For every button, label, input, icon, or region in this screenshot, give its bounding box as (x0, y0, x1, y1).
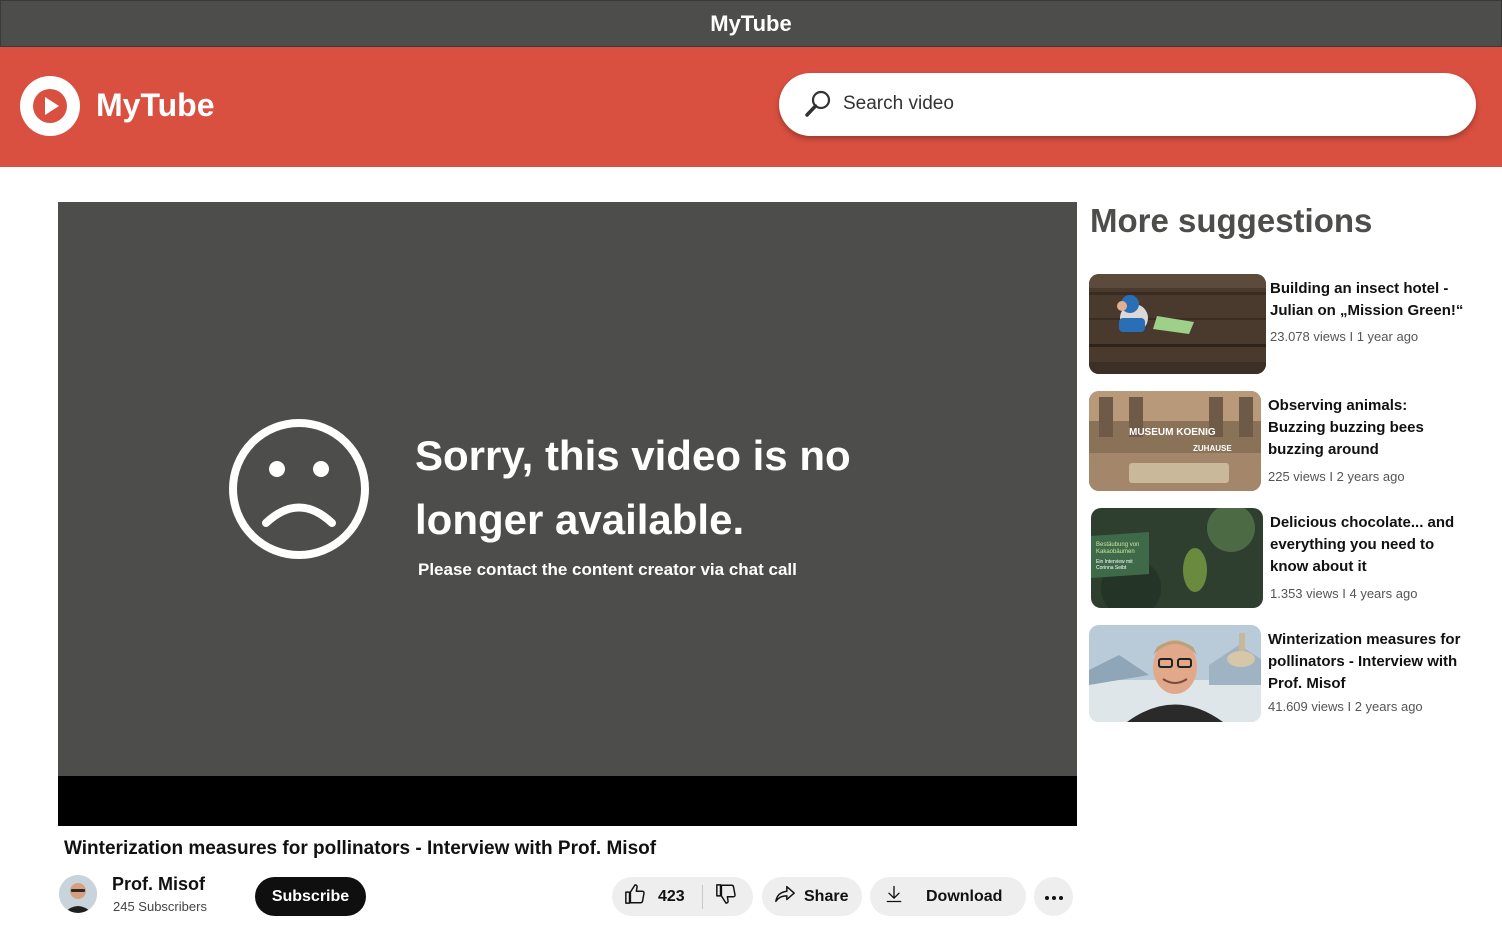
svg-text:Kakaobäumen: Kakaobäumen (1096, 549, 1135, 555)
suggestion-card[interactable]: Building an insect hotel - Julian on „Mi… (1089, 274, 1479, 374)
download-button[interactable]: Download (870, 877, 1026, 916)
suggestion-meta: 41.609 views I 2 years ago (1268, 699, 1423, 714)
dislike-button[interactable] (703, 877, 737, 916)
suggestion-title[interactable]: Winterization measures for pollinators -… (1268, 629, 1468, 695)
svg-text:Corinna Seibt: Corinna Seibt (1096, 565, 1127, 571)
thumbs-down-icon (715, 883, 737, 910)
svg-text:Bestäubung von: Bestäubung von (1096, 542, 1139, 548)
suggestion-title[interactable]: Delicious chocolate... and everything yo… (1270, 512, 1470, 578)
thumbs-up-icon (624, 883, 646, 910)
more-options-button[interactable] (1034, 877, 1073, 916)
share-label: Share (804, 887, 849, 905)
video-thumbnail[interactable] (1089, 274, 1266, 374)
player-control-bar[interactable] (58, 776, 1077, 826)
download-label: Download (926, 887, 1003, 905)
app-header: MyTube (0, 47, 1502, 167)
avatar[interactable] (59, 875, 97, 913)
subscribe-button[interactable]: Subscribe (255, 877, 366, 916)
download-icon (884, 884, 904, 909)
search-bar[interactable] (779, 73, 1476, 136)
search-input[interactable] (843, 86, 1443, 122)
suggestion-title[interactable]: Observing animals: Buzzing buzzing bees … (1268, 395, 1468, 461)
suggestion-meta: 23.078 views I 1 year ago (1270, 329, 1419, 344)
like-dislike-group: 423 (612, 877, 753, 916)
like-button[interactable]: 423 (612, 877, 698, 916)
suggestion-meta: 225 views I 2 years ago (1268, 469, 1405, 484)
magnifier-icon[interactable] (803, 88, 833, 123)
subscriber-count: 245 Subscribers (113, 899, 207, 914)
video-title: Winterization measures for pollinators -… (64, 838, 657, 859)
like-count: 423 (658, 887, 685, 905)
suggestion-card[interactable]: Bestäubung von Kakaobäumen Ein Interview… (1089, 508, 1479, 608)
channel-name[interactable]: Prof. Misof (112, 874, 205, 895)
suggestion-title[interactable]: Building an insect hotel - Julian on „Mi… (1270, 278, 1470, 322)
video-thumbnail[interactable] (1089, 625, 1261, 722)
video-thumbnail[interactable]: MUSEUM KOENIG ZUHAUSE (1089, 391, 1261, 491)
play-circle-icon[interactable] (20, 76, 80, 136)
video-player[interactable]: Sorry, this video is no longer available… (58, 202, 1077, 826)
video-thumbnail[interactable]: Bestäubung von Kakaobäumen Ein Interview… (1091, 508, 1263, 608)
suggestion-meta: 1.353 views I 4 years ago (1270, 586, 1418, 601)
suggestions-heading: More suggestions (1090, 202, 1373, 239)
share-button[interactable]: Share (762, 877, 862, 916)
error-title: Sorry, this video is no longer available… (415, 432, 851, 543)
window-title: MyTube (710, 10, 792, 36)
share-arrow-icon (774, 883, 796, 910)
brand-name[interactable]: MyTube (96, 85, 215, 125)
error-subtitle: Please contact the content creator via c… (418, 560, 797, 579)
sad-face-icon (226, 416, 372, 567)
suggestion-card[interactable]: Winterization measures for pollinators -… (1089, 625, 1479, 725)
more-dots-icon (1044, 888, 1064, 906)
window-title-bar: MyTube (0, 0, 1502, 47)
svg-text:MUSEUM KOENIG: MUSEUM KOENIG (1129, 427, 1216, 438)
svg-text:ZUHAUSE: ZUHAUSE (1193, 444, 1232, 453)
suggestion-card[interactable]: MUSEUM KOENIG ZUHAUSE Observing animals:… (1089, 391, 1479, 491)
